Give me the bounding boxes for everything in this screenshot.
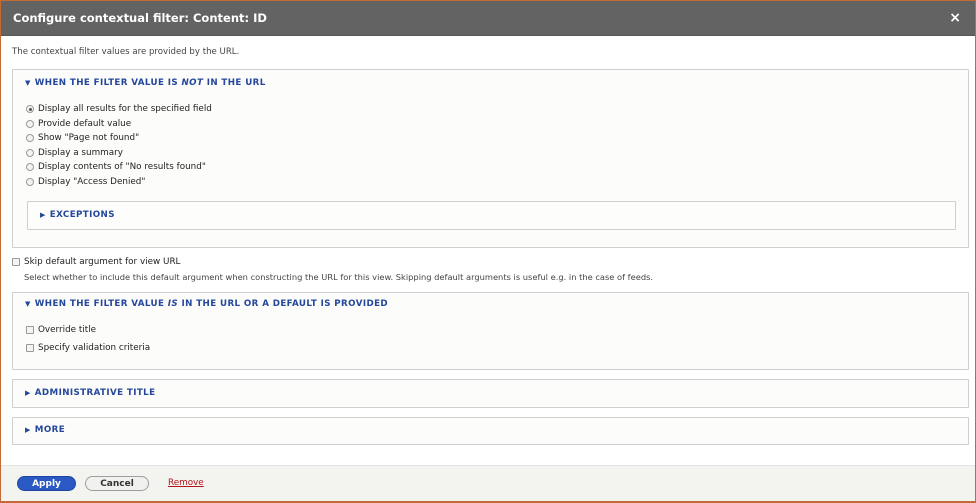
dialog-footer: Apply Cancel Remove <box>1 465 975 501</box>
radio-button[interactable] <box>26 163 34 171</box>
checkbox[interactable] <box>12 258 20 266</box>
skip-default-argument-checkbox[interactable]: Skip default argument for view URL <box>12 257 180 267</box>
triangle-right-icon: ▶ <box>25 426 31 434</box>
legend-in-url[interactable]: ▼ WHEN THE FILTER VALUE IS IN THE URL OR … <box>25 299 388 309</box>
option-page-not-found[interactable]: Show "Page not found" <box>26 133 139 143</box>
cancel-button[interactable]: Cancel <box>85 476 149 491</box>
option-no-results-found[interactable]: Display contents of "No results found" <box>26 162 206 172</box>
option-access-denied[interactable]: Display "Access Denied" <box>26 177 145 187</box>
radio-button[interactable] <box>26 120 34 128</box>
option-display-summary[interactable]: Display a summary <box>26 148 123 158</box>
radio-button[interactable] <box>26 134 34 142</box>
specify-validation-checkbox[interactable]: Specify validation criteria <box>26 343 150 353</box>
radio-button[interactable] <box>26 149 34 157</box>
dialog-content: The contextual filter values are provide… <box>1 36 975 463</box>
checkbox[interactable] <box>26 344 34 352</box>
radio-button[interactable] <box>26 105 34 113</box>
legend-exceptions[interactable]: ▶ EXCEPTIONS <box>40 210 115 220</box>
option-display-all-results[interactable]: Display all results for the specified fi… <box>26 104 212 114</box>
legend-more[interactable]: ▶ MORE <box>25 425 65 435</box>
override-title-checkbox[interactable]: Override title <box>26 325 96 335</box>
triangle-down-icon: ▼ <box>25 300 31 308</box>
legend-not-in-url[interactable]: ▼ WHEN THE FILTER VALUE IS NOT IN THE URL <box>25 78 266 88</box>
remove-link[interactable]: Remove <box>168 478 204 488</box>
triangle-right-icon: ▶ <box>40 211 46 219</box>
triangle-right-icon: ▶ <box>25 389 31 397</box>
dialog-title: Configure contextual filter: Content: ID <box>13 11 267 25</box>
fieldset-not-in-url: ▼ WHEN THE FILTER VALUE IS NOT IN THE URL… <box>12 69 969 248</box>
dialog: Configure contextual filter: Content: ID… <box>1 1 975 501</box>
option-provide-default-value[interactable]: Provide default value <box>26 119 131 129</box>
radio-button[interactable] <box>26 178 34 186</box>
dialog-titlebar: Configure contextual filter: Content: ID… <box>1 1 975 36</box>
close-icon[interactable]: × <box>947 10 963 26</box>
skip-default-description: Select whether to include this default a… <box>24 272 654 282</box>
checkbox[interactable] <box>26 326 34 334</box>
fieldset-administrative-title: ▶ ADMINISTRATIVE TITLE <box>12 379 969 408</box>
fieldset-more: ▶ MORE <box>12 417 969 445</box>
triangle-down-icon: ▼ <box>25 79 31 87</box>
filter-description: The contextual filter values are provide… <box>12 47 240 57</box>
apply-button[interactable]: Apply <box>17 476 76 491</box>
fieldset-in-url: ▼ WHEN THE FILTER VALUE IS IN THE URL OR … <box>12 292 969 370</box>
fieldset-exceptions: ▶ EXCEPTIONS <box>27 201 956 230</box>
legend-administrative-title[interactable]: ▶ ADMINISTRATIVE TITLE <box>25 388 155 398</box>
